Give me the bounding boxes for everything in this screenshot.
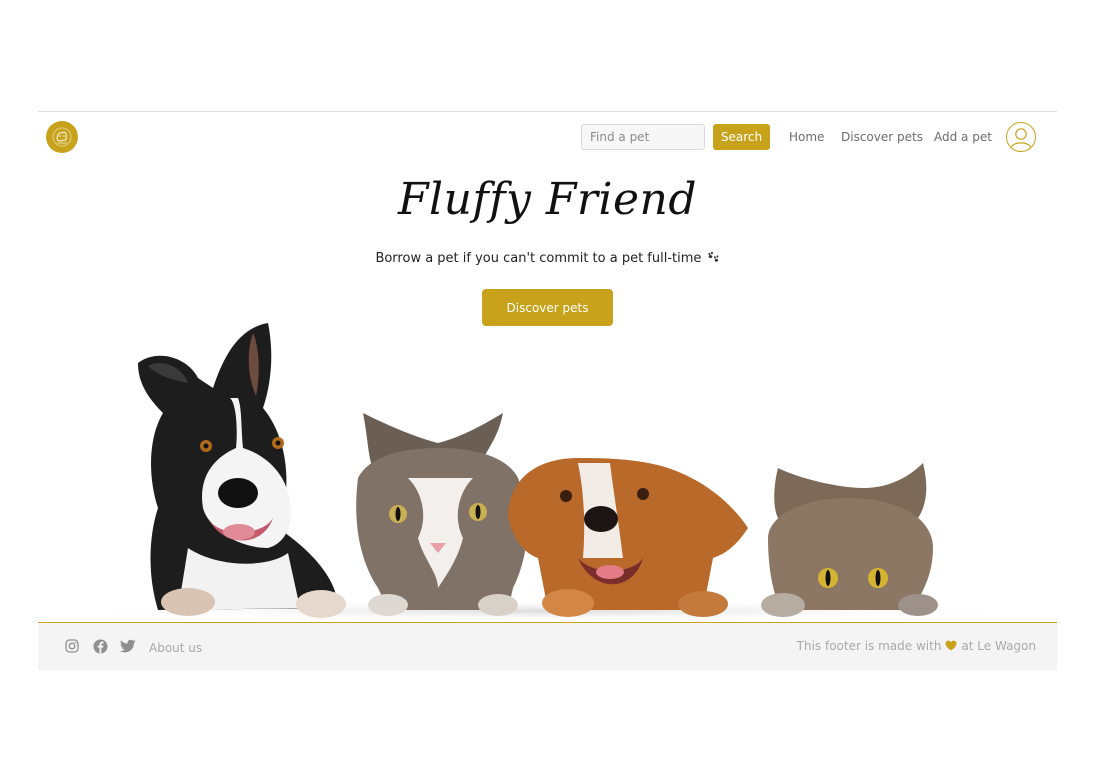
- footer-credit: This footer is made with at Le Wagon: [797, 639, 1036, 653]
- footer-credit-suffix: at Le Wagon: [961, 639, 1036, 653]
- nav-link-discover-pets[interactable]: Discover pets: [841, 129, 923, 145]
- search-input[interactable]: [581, 124, 705, 150]
- user-icon: [1010, 128, 1032, 148]
- nav-link-add-pet[interactable]: Add a pet: [934, 129, 992, 145]
- navbar: Search Home Discover pets Add a pet: [38, 112, 1057, 162]
- tabby-white-cat: [356, 413, 528, 616]
- heart-icon: [945, 639, 957, 653]
- twitter-icon[interactable]: [120, 638, 136, 654]
- brown-dog: [508, 458, 748, 617]
- instagram-icon[interactable]: [64, 638, 80, 654]
- footer: About us This footer is made with at Le …: [38, 622, 1057, 670]
- paw-prints-icon: [706, 251, 720, 266]
- hero-subtitle: Borrow a pet if you can't commit to a pe…: [38, 250, 1057, 268]
- page: Search Home Discover pets Add a pet Fluf…: [0, 0, 1094, 781]
- hero-subtitle-text: Borrow a pet if you can't commit to a pe…: [375, 251, 702, 266]
- footer-credit-prefix: This footer is made with: [796, 639, 942, 653]
- black-white-dog: [138, 323, 346, 618]
- search-button[interactable]: Search: [713, 124, 770, 150]
- about-us-link[interactable]: About us: [149, 641, 202, 655]
- tabby-cat: [761, 463, 938, 617]
- avatar[interactable]: [1006, 122, 1036, 152]
- nav-link-home[interactable]: Home: [789, 129, 824, 145]
- facebook-icon[interactable]: [92, 638, 108, 654]
- logo[interactable]: [46, 121, 78, 153]
- app-frame: Search Home Discover pets Add a pet Fluf…: [38, 111, 1057, 670]
- pet-logo-icon: [52, 127, 72, 147]
- hero-title: Fluffy Friend: [397, 174, 698, 225]
- hero-pets-image: [58, 323, 1038, 622]
